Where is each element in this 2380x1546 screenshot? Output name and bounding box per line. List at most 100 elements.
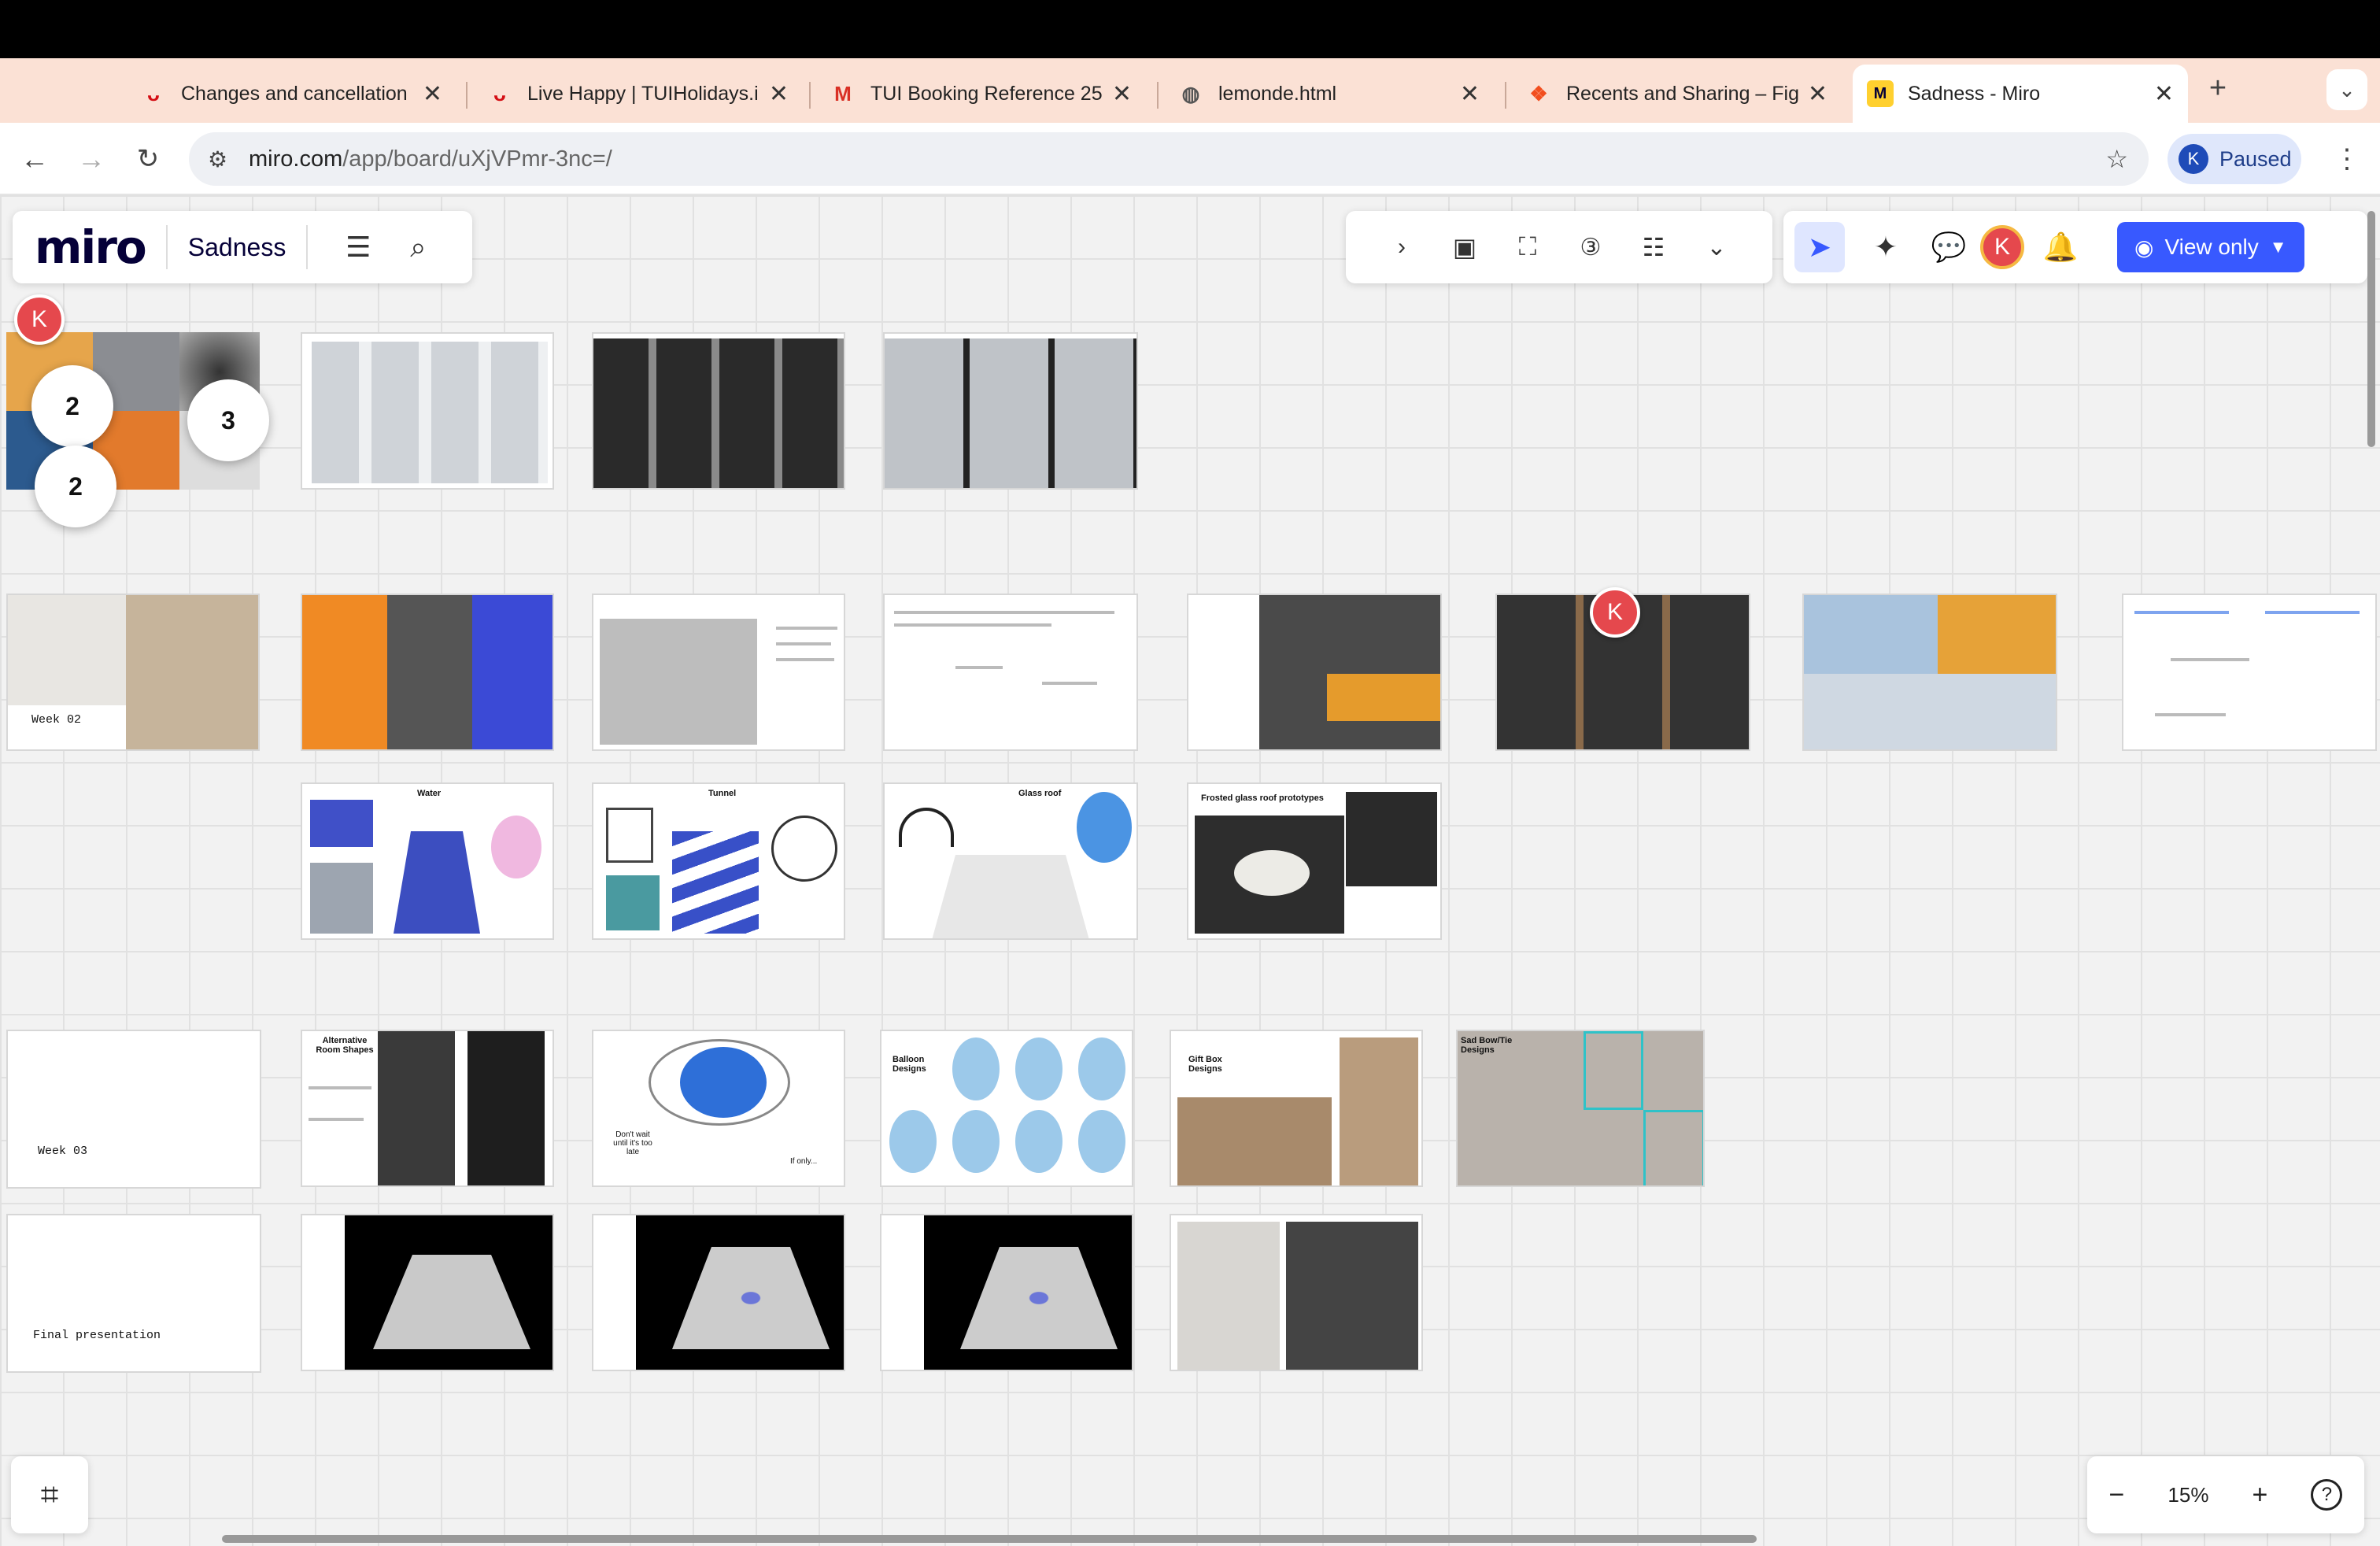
image	[1804, 674, 2056, 749]
text-panel	[593, 1215, 636, 1370]
tab-sadness-miro[interactable]: M Sadness - Miro ✕	[1853, 65, 2188, 123]
close-tab-icon[interactable]: ✕	[2154, 80, 2174, 108]
tab-tui-booking[interactable]: M TUI Booking Reference 25 ✕	[815, 65, 1146, 123]
image	[468, 1031, 545, 1185]
url-field[interactable]: ⚙ miro.com/app/board/uXjVPmr-3nc=/ ☆	[189, 132, 2149, 186]
week-03-frame[interactable]: Week 03	[6, 1030, 261, 1189]
final-photos-card[interactable]	[1170, 1214, 1423, 1371]
tunnel-concept-card[interactable]: Tunnel	[592, 782, 845, 940]
bookmark-star-icon[interactable]: ☆	[2105, 144, 2128, 174]
text-block	[2134, 611, 2229, 614]
close-tab-icon[interactable]: ✕	[423, 80, 442, 108]
zoom-out-icon[interactable]: −	[2109, 1480, 2125, 1511]
collaborator-cursor-avatar[interactable]: K	[1590, 587, 1640, 638]
profile-button[interactable]: K Paused	[2168, 134, 2301, 184]
image	[1077, 792, 1132, 863]
comment-thread-badge[interactable]: 2	[31, 365, 113, 447]
selection-frame	[1584, 1031, 1643, 1110]
forward-icon[interactable]: →	[72, 140, 110, 178]
final-render-1[interactable]	[301, 1214, 554, 1371]
references-moodboard[interactable]	[1187, 594, 1442, 751]
vertical-scrollbar[interactable]	[2367, 211, 2375, 447]
balloon-designs-card[interactable]: Balloon Designs	[880, 1030, 1133, 1187]
tab-list-dropdown-icon[interactable]: ⌄	[2326, 69, 2367, 110]
links-notes-card[interactable]	[2122, 594, 2377, 751]
balloon	[952, 1110, 1000, 1173]
abstract-shapes-moodboard[interactable]	[301, 332, 554, 490]
image	[394, 831, 480, 934]
frames-panel-icon[interactable]: ⌗	[11, 1456, 88, 1533]
cursor-icon[interactable]: ➤	[1794, 222, 1845, 272]
final-render-3[interactable]	[880, 1214, 1133, 1371]
sad-bow-tie-designs-card[interactable]: Sad Bow/Tie Designs	[1456, 1030, 1705, 1187]
comment-thread-badge[interactable]: 2	[35, 446, 116, 527]
focus-icon[interactable]: ⛶	[1502, 222, 1553, 272]
close-tab-icon[interactable]: ✕	[1808, 80, 1828, 108]
notification-bell-icon[interactable]: 🔔	[2035, 222, 2086, 272]
frosted-glass-prototypes-card[interactable]: Frosted glass roof prototypes	[1187, 782, 1442, 940]
balloon	[1078, 1037, 1125, 1100]
tab-figma-recents[interactable]: ❖ Recents and Sharing – Fig ✕	[1511, 65, 1842, 123]
collaborator-cursor-avatar[interactable]: K	[14, 294, 65, 345]
tab-live-happy[interactable]: ᴗ Live Happy | TUIHolidays.i ✕	[472, 65, 803, 123]
tab-lemonde[interactable]: ◍ lemonde.html ✕	[1163, 65, 1494, 123]
light-moodboard[interactable]	[1802, 594, 2057, 751]
window-top-bar	[0, 0, 2380, 58]
text-panel	[881, 1215, 924, 1370]
view-only-button[interactable]: ◉ View only ▼	[2117, 222, 2304, 272]
balloon	[1078, 1110, 1125, 1173]
collaboration-panel: ➤ ✦ 💬 K 🔔 ◉ View only ▼	[1783, 211, 2367, 283]
close-tab-icon[interactable]: ✕	[769, 80, 789, 108]
miro-logo[interactable]: miro	[35, 220, 147, 274]
search-icon[interactable]: ⌕	[393, 222, 443, 272]
more-tools-icon[interactable]: ⌄	[1691, 222, 1742, 272]
notes-icon[interactable]: ☷	[1628, 222, 1679, 272]
tab-changes-cancellation[interactable]: ᴗ Changes and cancellation ✕	[126, 65, 456, 123]
gift-box-designs-card[interactable]: Gift Box Designs	[1170, 1030, 1423, 1187]
text-panel	[302, 1215, 345, 1370]
horizontal-scrollbar[interactable]	[222, 1535, 1757, 1543]
back-icon[interactable]: ←	[16, 140, 54, 178]
comment-thread-badge[interactable]: 3	[187, 379, 269, 461]
balloon-cluster	[680, 1047, 767, 1118]
hamburger-menu-icon[interactable]: ☰	[333, 222, 383, 272]
image	[899, 808, 954, 847]
board-name[interactable]: Sadness	[188, 233, 286, 262]
browser-menu-icon[interactable]: ⋮	[2328, 140, 2366, 178]
balloon-bouquet-card[interactable]: Don't wait until it's too late If only..…	[592, 1030, 845, 1187]
frame-label: Week 02	[31, 713, 82, 727]
text-notes-card[interactable]	[883, 594, 1138, 751]
help-icon[interactable]: ?	[2311, 1479, 2343, 1511]
close-tab-icon[interactable]: ✕	[1460, 80, 1480, 108]
image	[491, 816, 541, 878]
chevron-right-icon[interactable]: ›	[1377, 222, 1427, 272]
alternative-room-shapes-card[interactable]: Alternative Room Shapes	[301, 1030, 554, 1187]
image	[1938, 595, 2056, 674]
tab-separator	[466, 82, 468, 109]
spheres-render-grid[interactable]	[883, 332, 1138, 490]
timer-icon[interactable]: ③	[1565, 222, 1616, 272]
miro-board-canvas[interactable]: miro Sadness ☰ ⌕ › ▣ ⛶ ③ ☷ ⌄ ➤ ✦ 💬 K 🔔 ◉…	[0, 195, 2380, 1546]
site-settings-icon[interactable]: ⚙	[208, 146, 227, 172]
reload-icon[interactable]: ↻	[129, 140, 167, 178]
water-concept-card[interactable]: Water	[301, 782, 554, 940]
glass-roof-concept-card[interactable]: Glass roof	[883, 782, 1138, 940]
frames-icon[interactable]: ▣	[1439, 222, 1490, 272]
new-tab-button[interactable]: +	[2199, 69, 2237, 107]
tui-icon: ᴗ	[493, 81, 506, 105]
materials-moodboard[interactable]	[592, 594, 845, 751]
image	[593, 338, 844, 488]
close-tab-icon[interactable]: ✕	[1112, 80, 1132, 108]
globe-icon: ◍	[1181, 81, 1200, 105]
emotions-color-moodboard[interactable]	[301, 594, 554, 751]
week-02-frame[interactable]: Week 02	[6, 594, 260, 751]
image	[302, 595, 387, 749]
zoom-in-icon[interactable]: +	[2252, 1480, 2268, 1511]
zoom-level[interactable]: 15%	[2168, 1483, 2208, 1507]
emotional-objects-moodboard[interactable]	[592, 332, 845, 490]
comment-icon[interactable]: 💬	[1924, 222, 1974, 272]
final-render-2[interactable]	[592, 1214, 845, 1371]
final-presentation-frame[interactable]: Final presentation	[6, 1214, 261, 1373]
reactions-icon[interactable]: ✦	[1861, 222, 1911, 272]
user-avatar[interactable]: K	[1980, 225, 2024, 269]
